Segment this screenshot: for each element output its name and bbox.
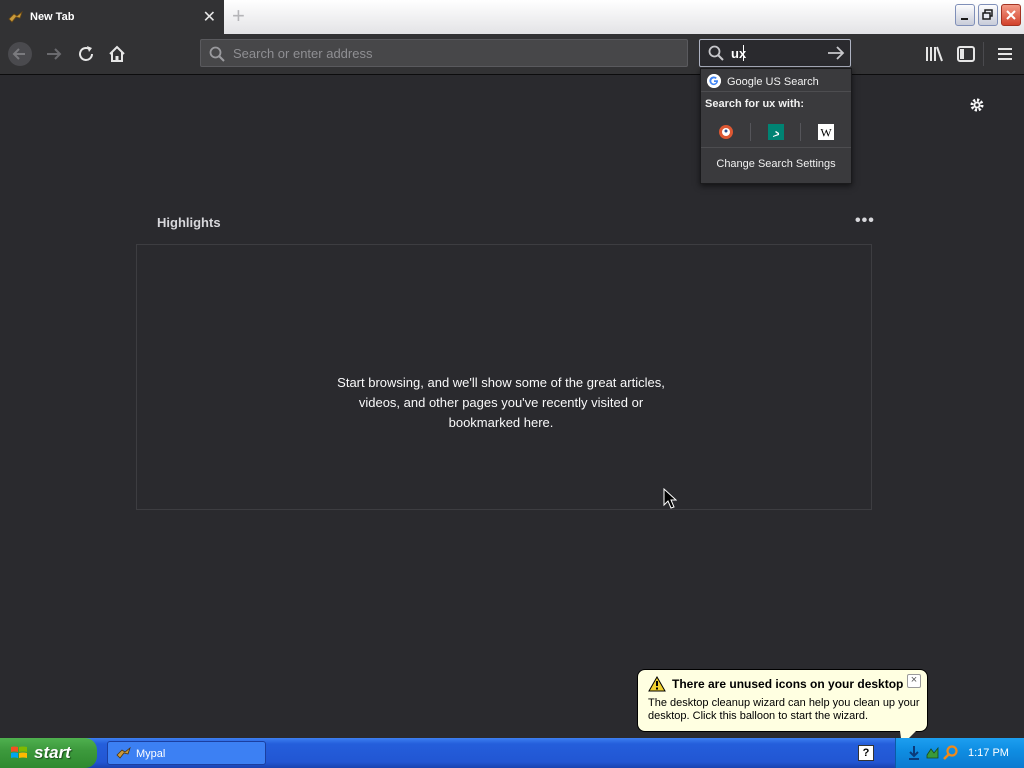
search-suggestions-popup: Google US Search Search for ux with: W C… [700,68,852,184]
search-input[interactable]: ux [699,39,851,67]
tab-title: New Tab [30,11,75,23]
wikipedia-icon[interactable]: W [818,124,834,140]
restore-button[interactable] [978,4,998,26]
gear-icon[interactable] [968,96,986,114]
security-icon[interactable] [925,745,941,761]
address-bar[interactable]: Search or enter address [200,39,688,67]
warning-icon [648,676,666,692]
taskbar-item-label: Mypal [136,748,166,760]
search-engines-row: W [701,117,851,148]
minimize-icon [961,18,968,20]
clock: 1:17 PM [968,747,1009,759]
minimize-button[interactable] [955,4,975,26]
back-icon[interactable] [8,42,32,66]
mouse-cursor-icon [663,488,677,509]
change-search-settings-link[interactable]: Change Search Settings [701,158,851,170]
home-icon[interactable] [105,42,129,66]
close-tab-icon[interactable]: ✕ [203,7,216,27]
tab-strip: New Tab ✕ + [0,0,1024,34]
help-icon[interactable]: ? [858,745,874,761]
search-engines-header: Search for ux with: [705,98,805,110]
toolbar-divider [983,42,984,66]
engine-separator [750,123,751,141]
magnifier-tray-icon[interactable] [943,745,959,761]
mypal-app-icon [116,746,131,759]
navigation-toolbar: Search or enter address ux [0,34,1024,75]
reload-icon[interactable] [74,42,98,66]
go-arrow-icon[interactable] [827,46,845,60]
engine-separator [800,123,801,141]
duckduckgo-icon[interactable] [718,124,734,140]
start-button[interactable]: start [0,738,97,768]
menu-icon[interactable] [993,42,1017,66]
address-placeholder: Search or enter address [233,46,373,61]
close-window-button[interactable] [1001,4,1021,26]
text-caret [743,45,744,61]
mypal-favicon-icon [8,10,23,23]
sidebar-icon[interactable] [954,42,978,66]
system-tray: 1:17 PM [895,738,1024,768]
highlights-more-options[interactable]: ••• [855,212,875,230]
svg-text:W: W [820,126,832,140]
start-label: start [34,743,71,762]
close-icon [1006,10,1016,20]
search-icon [708,45,724,61]
windows-logo-icon [11,746,27,758]
highlights-empty-message: Start browsing, and we'll show some of t… [337,375,665,430]
balloon-close-button[interactable]: × [907,674,921,688]
restore-icon [982,9,993,20]
balloon-title: There are unused icons on your desktop [672,677,904,691]
network-icon[interactable] [906,744,922,762]
new-tab-plus-icon[interactable]: + [232,4,252,28]
desktop-cleanup-balloon[interactable]: There are unused icons on your desktop ×… [637,669,928,732]
highlights-heading: Highlights [157,215,221,230]
balloon-text: The desktop cleanup wizard can help you … [648,697,920,722]
search-icon [209,46,225,62]
taskbar-item-mypal[interactable]: Mypal [107,741,266,765]
bing-icon[interactable] [768,124,784,140]
library-icon[interactable] [922,42,946,66]
google-search-label: Google US Search [727,76,819,88]
google-icon [707,74,721,88]
forward-icon[interactable] [42,42,66,66]
tab-new-tab[interactable]: New Tab ✕ [0,0,224,34]
google-search-suggestion[interactable]: Google US Search [701,71,851,92]
